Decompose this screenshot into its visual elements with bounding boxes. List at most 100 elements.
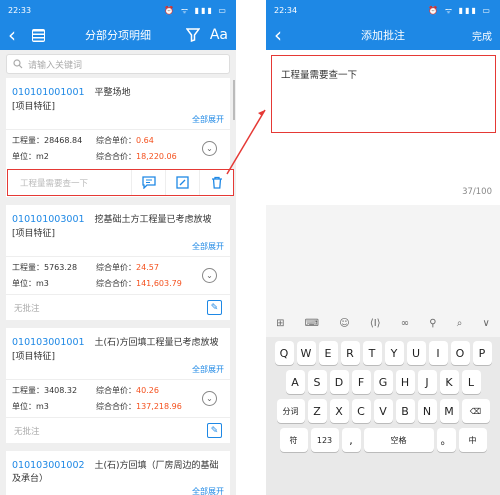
emoji-icon[interactable]: ☺ [339, 318, 349, 329]
key-h[interactable]: H [395, 370, 415, 394]
expand-all-link[interactable]: 全部展开 [6, 241, 230, 256]
annotation-text[interactable]: 工程量需要查一下 [271, 55, 496, 133]
item-code[interactable]: 010101003001 [12, 214, 85, 225]
comment-icon[interactable] [131, 170, 165, 195]
unit-value: m3 [36, 279, 49, 288]
qty-value: 5763.28 [44, 263, 78, 272]
qty-label: 工程量： [12, 136, 44, 145]
key-z[interactable]: Z [307, 399, 327, 423]
item-name: 挖基础土方工程量已考虑放坡 [94, 215, 212, 225]
page-title: 添加批注 [361, 29, 405, 42]
voice-icon[interactable]: ⌕ [457, 318, 463, 329]
key-g[interactable]: G [373, 370, 393, 394]
chevron-down-icon[interactable]: ⌄ [202, 391, 217, 406]
filter-icon[interactable] [185, 28, 200, 42]
collapse-icon[interactable]: ∨ [482, 318, 489, 329]
key-symbol[interactable]: 符 [279, 428, 308, 452]
unit-price-label: 综合单价： [96, 386, 136, 395]
item-code[interactable]: 010101001001 [12, 87, 85, 98]
edit-icon[interactable]: ✎ [207, 300, 222, 315]
key-i[interactable]: I [428, 341, 448, 365]
chevron-down-icon[interactable]: ⌄ [202, 268, 217, 283]
expand-all-link[interactable]: 全部展开 [6, 114, 230, 129]
key-comma[interactable]: , [341, 428, 361, 452]
key-b[interactable]: B [395, 399, 415, 423]
chevron-down-icon[interactable]: ⌄ [202, 141, 217, 156]
unit-price-label: 综合单价： [96, 263, 136, 272]
key-a[interactable]: A [285, 370, 305, 394]
search-icon[interactable]: ⚲ [429, 318, 436, 329]
key-o[interactable]: O [450, 341, 470, 365]
edit-icon[interactable]: ✎ [207, 423, 222, 438]
item-feature: [项目特征] [12, 102, 56, 112]
backspace-key[interactable]: ⌫ [461, 399, 490, 423]
total-value: 141,603.79 [136, 279, 182, 288]
key-d[interactable]: D [329, 370, 349, 394]
back-icon[interactable]: ‹ [0, 20, 24, 50]
total-value: 18,220.06 [136, 152, 177, 161]
item-name: 平整场地 [94, 88, 131, 98]
key-u[interactable]: U [406, 341, 426, 365]
unit-label: 单位： [12, 152, 36, 161]
search-icon [13, 59, 23, 69]
key-j[interactable]: J [417, 370, 437, 394]
key-period[interactable]: 。 [436, 428, 456, 452]
key-k[interactable]: K [439, 370, 459, 394]
cursor-icon[interactable]: ⟨I⟩ [370, 318, 381, 329]
key-v[interactable]: V [373, 399, 393, 423]
key-l[interactable]: L [461, 370, 481, 394]
key-n[interactable]: N [417, 399, 437, 423]
key-segment[interactable]: 分词 [276, 399, 305, 423]
qty-value: 28468.84 [44, 136, 83, 145]
qty-value: 3408.32 [44, 386, 78, 395]
unit-value: m3 [36, 402, 49, 411]
keyboard-icon[interactable]: ⌨ [305, 318, 319, 329]
search-input[interactable]: 请输入关键词 [6, 54, 230, 74]
left-screen: 22:33 ⏰ ᯤ ▮▮▮ ▭ ‹ 分部分项明细 Aa 请输入关键词 01010… [0, 0, 236, 495]
space-key[interactable]: 空格 [363, 428, 434, 452]
expand-all-link[interactable]: 全部展开 [6, 364, 230, 379]
key-chinese[interactable]: 中 [458, 428, 487, 452]
grid-icon[interactable]: ⊞ [276, 318, 284, 329]
nav-bar: ‹ 分部分项明细 Aa [0, 20, 236, 50]
annotation-input[interactable]: 工程量需要查一下 [8, 177, 131, 189]
edit-icon[interactable] [165, 170, 199, 195]
key-e[interactable]: E [318, 341, 338, 365]
annotation-edit-row[interactable]: 工程量需要查一下 [7, 169, 234, 196]
annotation-row[interactable]: 无批注 ✎ [6, 294, 230, 320]
item-card: 010103001002 土(石)方回填（厂房周边的基础及承台） 全部展开 [6, 451, 230, 495]
list-icon[interactable] [32, 28, 45, 42]
done-button[interactable]: 完成 [472, 28, 492, 43]
item-code[interactable]: 010103001001 [12, 337, 85, 348]
key-w[interactable]: W [296, 341, 316, 365]
key-m[interactable]: M [439, 399, 459, 423]
status-time: 22:33 [8, 5, 32, 15]
qty-label: 工程量： [12, 386, 44, 395]
keyboard-toolbar: ⊞ ⌨ ☺ ⟨I⟩ ∞ ⚲ ⌕ ∨ [266, 310, 500, 336]
unit-value: m2 [36, 152, 49, 161]
font-size-button[interactable]: Aa [210, 27, 228, 43]
back-icon[interactable]: ‹ [266, 20, 290, 50]
qty-label: 工程量： [12, 263, 44, 272]
link-icon[interactable]: ∞ [401, 318, 409, 329]
key-t[interactable]: T [362, 341, 382, 365]
search-placeholder: 请输入关键词 [28, 60, 83, 71]
expand-all-link[interactable]: 全部展开 [6, 486, 230, 495]
item-values: 工程量：28468.84 综合单价：0.64 ⌄ 单位：m2 综合合价：18,2… [6, 129, 230, 167]
item-feature: [项目特征] [12, 352, 56, 362]
key-p[interactable]: P [472, 341, 492, 365]
trash-icon[interactable] [199, 170, 233, 195]
item-code[interactable]: 010103001002 [12, 460, 85, 471]
key-y[interactable]: Y [384, 341, 404, 365]
key-x[interactable]: X [329, 399, 349, 423]
item-name: 土(石)方回填工程量已考虑放坡 [94, 338, 219, 348]
key-c[interactable]: C [351, 399, 371, 423]
key-f[interactable]: F [351, 370, 371, 394]
annotation-row[interactable]: 无批注 ✎ [6, 417, 230, 443]
key-q[interactable]: Q [274, 341, 294, 365]
key-123[interactable]: 123 [310, 428, 339, 452]
total-label: 综合合价： [96, 279, 136, 288]
key-r[interactable]: R [340, 341, 360, 365]
key-s[interactable]: S [307, 370, 327, 394]
scrollbar[interactable] [233, 80, 235, 120]
